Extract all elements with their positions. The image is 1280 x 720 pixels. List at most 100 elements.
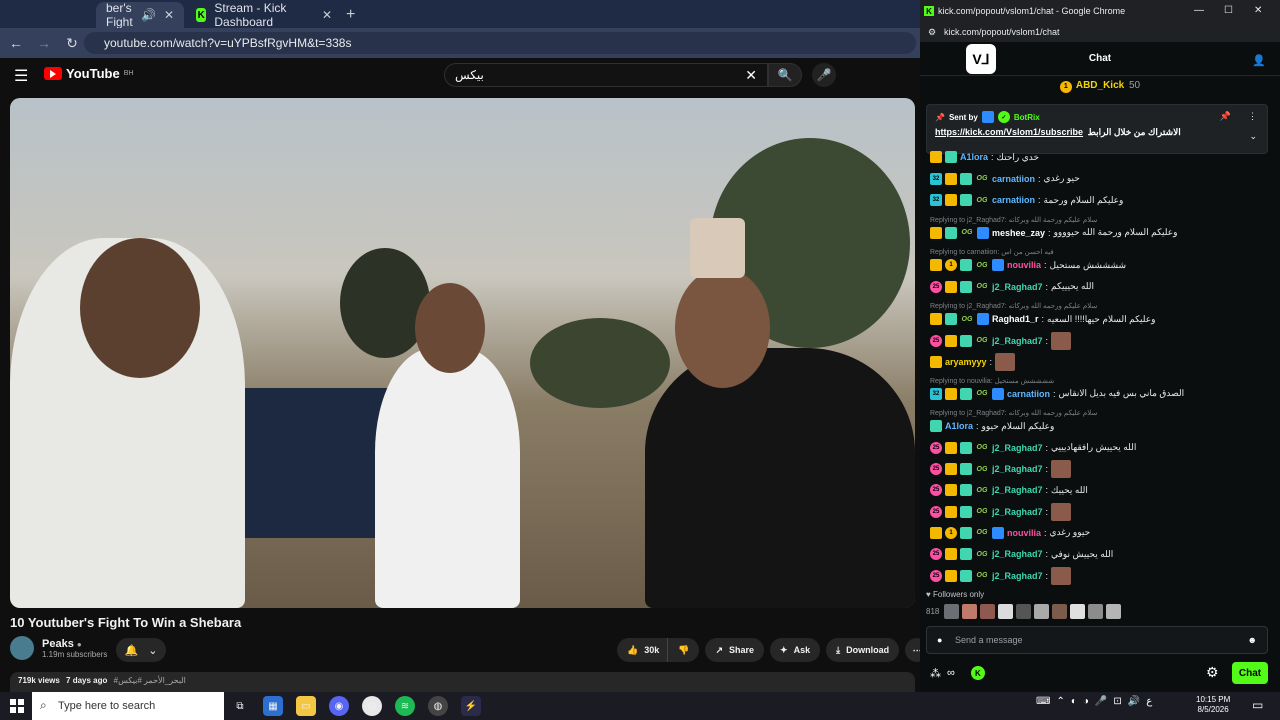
chat-message[interactable]: OG meshee_zay: وعليكم السلام ورحمة الله حي… — [930, 224, 1177, 242]
chat-message[interactable]: 25 OG j2_Raghad7: — [930, 566, 1072, 585]
chat-username[interactable]: aryamyyy — [945, 357, 987, 367]
more-options-icon[interactable]: ⋮ — [1248, 111, 1257, 122]
chat-username[interactable]: j2_Raghad7 — [992, 571, 1043, 581]
close-tab-icon[interactable]: ✕ — [164, 8, 174, 22]
unpin-icon[interactable]: 📌 — [1220, 111, 1231, 122]
viewer-avatar[interactable] — [962, 604, 978, 619]
volume-icon[interactable]: 🔊 — [1128, 696, 1140, 707]
file-explorer-icon[interactable]: ▭ — [296, 696, 316, 716]
tray-app-icon[interactable]: ◐ — [1071, 696, 1077, 707]
youtube-logo[interactable]: YouTube BH — [44, 66, 133, 81]
viewer-avatar[interactable] — [998, 604, 1014, 619]
chat-username[interactable]: nouvilia — [1007, 260, 1041, 270]
site-info-icon[interactable]: ⚙ — [928, 27, 936, 38]
like-button[interactable]: 👍 30k — [617, 638, 668, 662]
dislike-button[interactable]: 👎 — [667, 638, 700, 662]
video-player[interactable] — [10, 98, 915, 608]
chat-message[interactable]: 1 OG nouvilia: ششششش مستحيل — [930, 256, 1126, 274]
chat-message[interactable]: 32 OG carnatiion: الصدق ماني بس فيه بديل ال… — [930, 385, 1184, 403]
speaker-icon[interactable]: 🔊 — [141, 8, 156, 22]
channel-logo[interactable]: V⅃ — [966, 44, 996, 74]
tray-app-icon[interactable]: ◑ — [1083, 696, 1089, 707]
chat-message[interactable]: 25 OG j2_Raghad7: الله يحييك — [930, 481, 1088, 499]
send-chat-button[interactable]: Chat — [1232, 662, 1268, 684]
chat-username[interactable]: j2_Raghad7 — [992, 464, 1043, 474]
chat-username[interactable]: j2_Raghad7 — [992, 507, 1043, 517]
chat-message[interactable]: 25 OG j2_Raghad7: — [930, 460, 1072, 478]
settings-icon[interactable]: ⚙ — [1206, 664, 1219, 681]
chat-message[interactable]: 32 OG carnatiion: حيو رغدي — [930, 170, 1080, 188]
hashtags[interactable]: #البحر_الأحمر #بيكس — [114, 676, 186, 685]
app-icon[interactable]: ⚡ — [461, 696, 481, 716]
top-gifter[interactable]: 1 ABD_Kick 50 — [920, 80, 1280, 93]
notification-icon[interactable]: ▭ — [1252, 698, 1263, 712]
microphone-icon[interactable]: 🎤 — [1095, 696, 1107, 707]
viewer-avatar[interactable] — [1016, 604, 1032, 619]
chat-message[interactable]: 25 OG j2_Raghad7: الله يحييش رافقهاديييي — [930, 439, 1136, 457]
chat-message[interactable]: aryamyyy: — [930, 352, 1016, 371]
emoji-icon[interactable]: ☻ — [1248, 635, 1257, 645]
chat-message[interactable]: 25 OG j2_Raghad7: الله يحيييكم — [930, 278, 1094, 296]
discord-icon[interactable]: ◉ — [329, 696, 349, 716]
minimize-icon[interactable]: — — [1194, 5, 1204, 16]
menu-icon[interactable]: ☰ — [14, 66, 28, 86]
chat-username[interactable]: carnatiion — [1007, 389, 1050, 399]
chat-username[interactable]: meshee_zay — [992, 228, 1045, 238]
chat-username[interactable]: j2_Raghad7 — [992, 443, 1043, 453]
viewer-avatar[interactable] — [1106, 604, 1122, 619]
user-settings-icon[interactable]: 👤 — [1252, 54, 1266, 67]
store-icon[interactable]: ▦ — [263, 696, 283, 716]
chat-username[interactable]: A1lora — [960, 152, 988, 162]
viewer-avatar[interactable] — [944, 604, 960, 619]
new-tab-icon[interactable]: + — [346, 6, 355, 24]
chat-address-bar[interactable]: ⚙ kick.com/popout/vslom1/chat — [920, 22, 1280, 42]
tab-kick-dashboard[interactable]: K Stream - Kick Dashboard ✕ — [186, 1, 342, 29]
chat-message[interactable]: A1lora: وعليكم السلام حيوو — [930, 417, 1054, 435]
tab-youtube-video[interactable]: ber's Fight 🔊 ✕ — [96, 1, 184, 29]
chevron-down-icon[interactable]: ⌄ — [1249, 131, 1257, 142]
points-icon[interactable]: ⁂ — [930, 667, 941, 680]
kick-coin-icon[interactable]: K — [970, 666, 985, 680]
maximize-icon[interactable]: ☐ — [1224, 5, 1233, 16]
search-button[interactable]: 🔍 — [768, 63, 802, 87]
reload-icon[interactable]: ↻ — [60, 35, 84, 52]
chat-username[interactable]: Raghad1_r — [992, 314, 1039, 324]
bot-name[interactable]: BotRix — [1014, 113, 1040, 122]
chat-username[interactable]: carnatiion — [992, 174, 1035, 184]
message-input[interactable]: ● Send a message ☻ — [926, 626, 1268, 654]
close-window-icon[interactable]: ✕ — [1254, 5, 1262, 16]
spotify-icon[interactable]: ≋ — [395, 696, 415, 716]
chat-message[interactable]: 25 OG j2_Raghad7: الله يحييش نوفي — [930, 545, 1113, 563]
share-button[interactable]: ↗ Share — [705, 638, 765, 662]
chat-username[interactable]: j2_Raghad7 — [992, 485, 1043, 495]
chat-username[interactable]: nouvilia — [1007, 528, 1041, 538]
chat-message[interactable]: 32 OG carnatiion: وعليكم السلام ورحمة — [930, 191, 1123, 209]
description-box[interactable]: 719k views 7 days ago #البحر_الأحمر #بيك… — [10, 672, 915, 692]
chat-username[interactable]: j2_Raghad7 — [992, 549, 1043, 559]
chat-message[interactable]: 25 OG j2_Raghad7: — [930, 502, 1072, 521]
ask-button[interactable]: ✦ Ask — [770, 638, 821, 662]
url-field[interactable]: youtube.com/watch?v=uYPBsfRgvHM&t=338s — [84, 32, 916, 54]
notification-bell-button[interactable]: 🔔 ⌄ — [116, 638, 166, 662]
channel-name[interactable]: Peaks ● — [42, 638, 107, 650]
infinity-icon[interactable]: ∞ — [947, 667, 955, 679]
forward-icon[interactable]: → — [32, 35, 56, 51]
chat-username[interactable]: j2_Raghad7 — [992, 282, 1043, 292]
chat-username[interactable]: j2_Raghad7 — [992, 336, 1043, 346]
subscribe-link[interactable]: https://kick.com/Vslom1/subscribe — [935, 127, 1083, 137]
viewer-avatar[interactable] — [1052, 604, 1068, 619]
chat-message[interactable]: 25 OG j2_Raghad7: — [930, 331, 1072, 350]
viewer-avatar[interactable] — [1088, 604, 1104, 619]
clear-search-icon[interactable]: ✕ — [745, 67, 757, 84]
chat-username[interactable]: carnatiion — [992, 195, 1035, 205]
voice-search-button[interactable]: 🎤 — [812, 63, 836, 87]
taskbar-search-input[interactable]: ⌕ Type here to search — [32, 692, 224, 720]
channel-avatar[interactable] — [10, 636, 34, 660]
chat-username[interactable]: A1lora — [945, 421, 973, 431]
clock[interactable]: 10:15 PM 8/5/2026 — [1196, 695, 1230, 715]
back-icon[interactable]: ← — [4, 35, 28, 51]
windows-start-icon[interactable] — [10, 699, 24, 713]
chevron-up-icon[interactable]: ⌃ — [1056, 696, 1064, 707]
task-view-icon[interactable]: ⧉ — [230, 696, 250, 716]
chat-message[interactable]: 1 OG nouvilia: حيوو رغدي — [930, 524, 1090, 542]
